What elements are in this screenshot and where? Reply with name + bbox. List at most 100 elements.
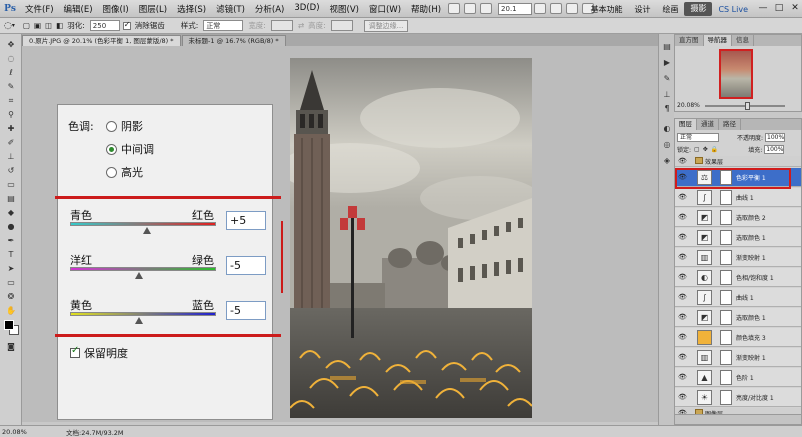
extras-icon[interactable] [480,3,493,14]
gradient-tool-icon[interactable]: ▤ [5,194,17,204]
healing-brush-tool-icon[interactable]: ✚ [5,124,17,134]
layer-mask-thumbnail[interactable] [720,310,732,325]
type-tool-icon[interactable]: T [5,250,17,260]
slider-value-input-1[interactable]: -5 [226,256,266,275]
eye-icon[interactable]: 👁 [678,193,687,201]
eye-icon[interactable]: 👁 [678,233,687,241]
document-photo[interactable] [290,58,532,418]
layer-row[interactable]: 👁 ◩ 选取颜色 1 [675,308,801,327]
mode-add-selection-icon[interactable]: ▣ [34,21,41,30]
move-tool-icon[interactable]: ✥ [5,40,17,50]
paragraph-panel-icon[interactable]: ¶ [662,104,672,114]
marquee-tool-icon[interactable]: ◌ [5,54,17,64]
bridge-icon[interactable] [448,3,461,14]
layer-mask-thumbnail[interactable] [720,390,732,405]
crop-tool-icon[interactable]: ⌗ [5,96,17,106]
menu-item-0[interactable]: 文件(F) [20,3,59,15]
slider-thumb-0[interactable] [142,227,151,234]
hand-tool-icon[interactable] [534,3,547,14]
chevron-down-icon[interactable]: ▾ [12,22,15,29]
layer-row[interactable]: 👁 ▥ 渐变映射 1 [675,248,801,267]
workspace-3[interactable]: 摄影 [684,2,713,16]
layer-mask-thumbnail[interactable] [720,190,732,205]
layer-mask-thumbnail[interactable] [720,370,732,385]
clone-stamp-tool-icon[interactable]: ⊥ [5,152,17,162]
tone-radio-0[interactable] [106,120,117,132]
lasso-tool-icon[interactable]: ℓ [5,68,17,78]
layer-group-0[interactable]: 👁 效果层 [675,156,801,167]
slider-thumb-2[interactable] [135,317,144,324]
history-brush-tool-icon[interactable]: ↺ [5,166,17,176]
menu-item-10[interactable]: 帮助(H) [406,3,446,15]
workspace-2[interactable]: 绘画 [656,4,684,15]
3d-rotate-tool-icon[interactable]: ❂ [5,292,17,302]
feather-input[interactable]: 250 px [89,20,120,40]
slider-track-1[interactable] [70,267,216,271]
slider-thumb-1[interactable] [135,272,144,279]
eye-icon[interactable]: 👁 [678,313,687,321]
menu-item-9[interactable]: 窗口(W) [364,3,406,15]
menu-item-4[interactable]: 选择(S) [172,3,211,15]
lock-position-icon[interactable]: ✥ [703,146,708,153]
shape-tool-icon[interactable]: ▭ [5,278,17,288]
clone-source-icon[interactable]: ⊥ [662,90,672,100]
layers-tab-2[interactable]: 路径 [719,119,741,130]
slider-track-0[interactable] [70,222,216,226]
mode-intersect-selection-icon[interactable]: ◧ [56,21,63,30]
layer-mask-thumbnail[interactable] [720,350,732,365]
antialias-checkbox[interactable] [122,20,131,30]
tone-option-0[interactable]: 阴影 [106,118,143,134]
opacity-input[interactable]: 100% [765,132,786,142]
layer-mask-thumbnail[interactable] [720,250,732,265]
slider-value-input-0[interactable]: +5 [226,211,266,230]
eye-icon[interactable]: 👁 [678,273,687,281]
layer-row[interactable]: 👁 ◩ 选取颜色 1 [675,228,801,247]
eye-icon[interactable]: 👁 [678,393,687,401]
menu-item-7[interactable]: 3D(D) [289,3,324,15]
marquee-tool-icon[interactable]: ◌ [4,21,12,31]
brush-tool-icon[interactable]: ✐ [5,138,17,148]
layer-row[interactable]: 👁 ◩ 选取颜色 2 [675,208,801,227]
navigator-zoom[interactable]: 20.08% [677,102,700,109]
history-panel-icon[interactable]: ▤ [662,42,672,52]
navigator-tab-2[interactable]: 信息 [732,35,754,46]
pen-tool-icon[interactable]: ✒ [5,236,17,246]
eye-icon[interactable]: 👁 [678,373,687,381]
eye-icon[interactable]: 👁 [678,157,687,165]
layers-tab-1[interactable]: 通道 [697,119,719,130]
quick-select-tool-icon[interactable]: ✎ [5,82,17,92]
lock-pixels-icon[interactable]: ▢ [694,146,700,153]
document-tab-1[interactable]: 未标题-1 @ 16.7% (RGB/8) * [181,35,286,46]
menu-item-2[interactable]: 图像(I) [98,3,134,15]
slider-track-2[interactable] [70,312,216,316]
tone-option-1[interactable]: 中间调 [106,141,154,157]
menu-item-6[interactable]: 分析(A) [250,3,289,15]
actions-panel-icon[interactable]: ▶ [662,58,672,68]
menu-item-8[interactable]: 视图(V) [325,3,364,15]
width-input[interactable] [270,20,293,31]
layer-mask-thumbnail[interactable] [720,210,732,225]
navigator-tab-0[interactable]: 直方图 [675,35,704,46]
preserve-luminosity-checkbox[interactable] [70,345,80,358]
workspace-1[interactable]: 设计 [628,4,656,15]
cs-live-button[interactable]: CS Live [712,5,754,14]
style-select[interactable]: 正常 [203,20,244,31]
swap-icon[interactable]: ⇄ [298,21,304,30]
arrange-documents-icon[interactable] [566,3,579,14]
layer-row[interactable]: 👁 ∫ 曲线 1 [675,188,801,207]
path-select-tool-icon[interactable]: ➤ [5,264,17,274]
eye-icon[interactable]: 👁 [678,353,687,361]
lock-all-icon[interactable]: 🔒 [711,146,718,153]
tone-radio-1[interactable] [106,143,117,155]
mode-subtract-selection-icon[interactable]: ◫ [45,21,52,30]
eyedropper-tool-icon[interactable]: ⚲ [5,110,17,120]
hand-tool-icon[interactable]: ✋ [5,306,17,316]
menu-item-3[interactable]: 图层(L) [134,3,172,15]
rotate-view-icon[interactable] [550,3,563,14]
brush-panel-icon[interactable]: ✎ [662,74,672,84]
layers-tab-0[interactable]: 图层 [675,119,697,130]
close-icon[interactable]: ✕ [788,3,802,15]
tone-radio-2[interactable] [106,166,117,178]
layer-mask-thumbnail[interactable] [720,330,732,345]
layer-mask-thumbnail[interactable] [720,290,732,305]
